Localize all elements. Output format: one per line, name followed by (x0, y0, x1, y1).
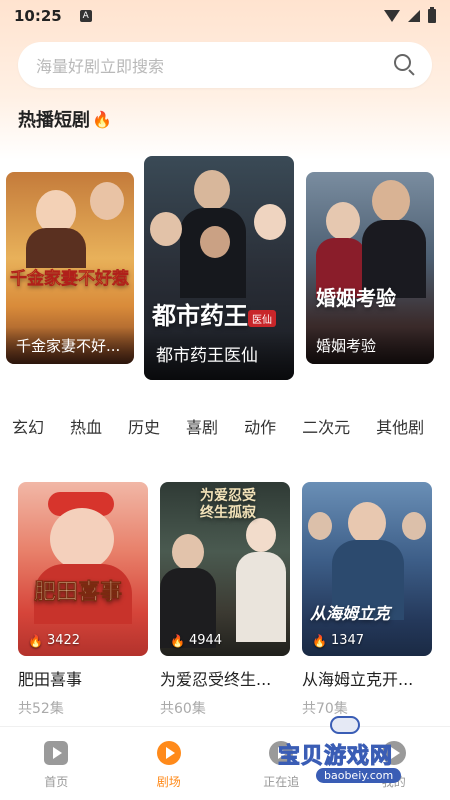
poster-image: 肥田喜事 🔥 3422 (18, 482, 148, 656)
nav-home[interactable]: 首页 (0, 727, 113, 800)
hot-card-center[interactable]: 都市药王 医仙 都市药王医仙 (144, 156, 294, 380)
view-count: 🔥 1347 (312, 633, 364, 648)
poster-image: 为爱忍受终生孤寂 🔥 4944 (160, 482, 290, 656)
hot-card-left[interactable]: 千金家妻不好惹 千金家妻不好... (6, 172, 134, 364)
category-tab[interactable]: 热血 (70, 414, 102, 442)
drama-title: 肥田喜事 (18, 670, 83, 689)
nav-label: 我的 (381, 775, 406, 789)
poster-art-text: 肥田喜事 (34, 579, 123, 606)
category-tab[interactable]: 二次元 (302, 414, 350, 442)
fire-icon: 🔥 (92, 109, 112, 129)
poster-art-text: 千金家妻不好惹 (10, 269, 130, 290)
episode-count: 共52集 (18, 701, 64, 717)
drama-card[interactable]: 肥田喜事 🔥 3422 肥田喜事 共52集 (18, 482, 148, 718)
view-count: 🔥 4944 (170, 633, 222, 648)
poster-art-text: 为爱忍受终生孤寂 (200, 488, 256, 521)
flame-icon: 🔥 (312, 633, 327, 648)
episode-count: 共60集 (160, 701, 206, 717)
play-icon (156, 741, 181, 765)
follow-icon (269, 741, 294, 765)
view-count-value: 3422 (46, 633, 81, 648)
flame-icon: 🔥 (28, 633, 43, 648)
hot-card-right[interactable]: 婚姻考验 婚姻考验 (306, 172, 434, 364)
drama-card[interactable]: 从海姆立克 🔥 1347 从海姆立克开... 共70集 (302, 482, 432, 718)
signal-icon (408, 10, 420, 22)
hot-section-label: 热播短剧 (18, 110, 90, 131)
category-tab[interactable]: 喜剧 (186, 414, 218, 442)
hot-section-title: 热播短剧 🔥 (18, 106, 112, 134)
hot-card-caption: 千金家妻不好... (6, 327, 134, 364)
search-input[interactable]: 海量好剧立即搜索 (36, 53, 394, 77)
poster-image: 从海姆立克 🔥 1347 (302, 482, 432, 656)
flame-icon: 🔥 (170, 633, 185, 648)
hot-card-caption: 都市药王医仙 (144, 331, 294, 380)
view-count-value: 1347 (330, 633, 365, 648)
category-tab[interactable]: 其他剧 (376, 414, 424, 442)
drama-title: 为爱忍受终生... (160, 670, 272, 689)
home-icon (44, 741, 69, 765)
poster-art-text: 从海姆立克 (310, 604, 391, 623)
view-count: 🔥 3422 (28, 633, 80, 648)
notification-icon: A (79, 10, 92, 22)
episode-count: 共70集 (302, 701, 348, 717)
view-count-value: 4944 (188, 633, 223, 648)
poster-art-text: 都市药王 (152, 301, 248, 330)
category-tab[interactable]: 历史 (128, 414, 160, 442)
nav-label: 首页 (44, 775, 69, 789)
status-time: 10:25 (14, 7, 62, 25)
nav-following[interactable]: 正在追 (225, 727, 338, 800)
search-icon[interactable] (394, 54, 416, 76)
drama-card[interactable]: 为爱忍受终生孤寂 🔥 4944 为爱忍受终生... 共60集 (160, 482, 290, 718)
nav-label: 正在追 (263, 775, 300, 789)
bottom-nav: 首页 剧场 正在追 我的 (0, 726, 450, 800)
poster-art-text: 婚姻考验 (316, 286, 396, 310)
status-bar: 10:25 A (0, 0, 450, 32)
wifi-icon (384, 10, 400, 22)
status-indicators (384, 7, 436, 23)
category-tabs: 玄幻 热血 历史 喜剧 动作 二次元 其他剧 (0, 414, 450, 442)
category-tab[interactable]: 玄幻 (12, 414, 44, 442)
nav-label: 剧场 (156, 775, 181, 789)
battery-icon (428, 7, 436, 23)
profile-icon (381, 741, 406, 765)
hot-card-caption: 婚姻考验 (306, 327, 434, 364)
drama-title: 从海姆立克开... (302, 670, 414, 689)
category-tab[interactable]: 动作 (244, 414, 276, 442)
nav-theater[interactable]: 剧场 (113, 727, 226, 800)
nav-profile[interactable]: 我的 (338, 727, 450, 800)
search-bar[interactable]: 海量好剧立即搜索 (18, 42, 432, 88)
